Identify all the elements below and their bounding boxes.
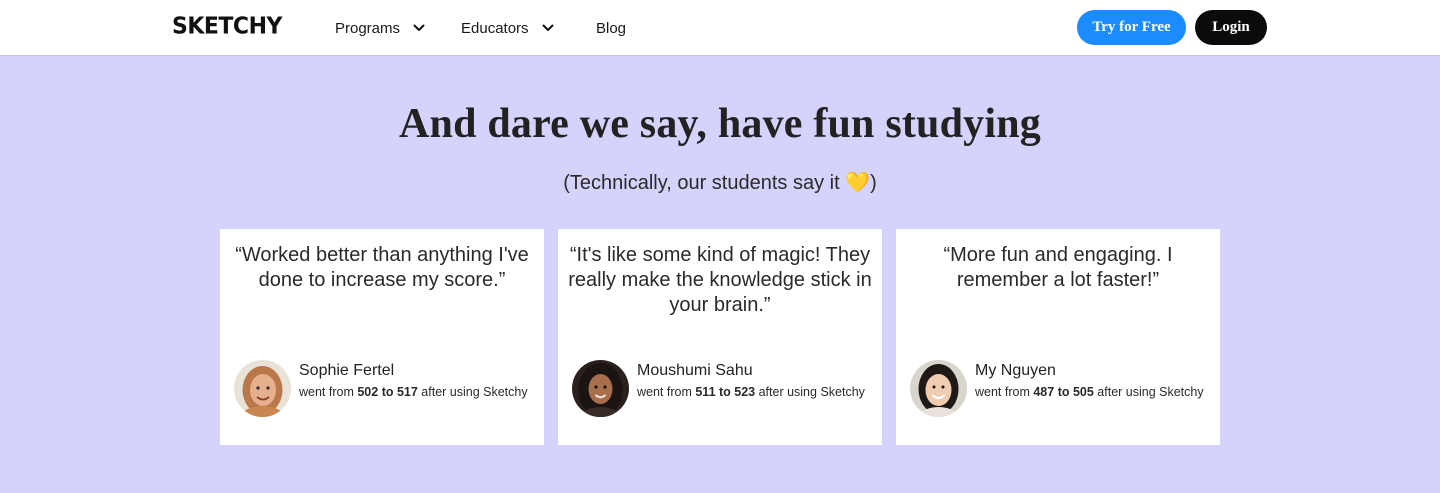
try-for-free-button[interactable]: Try for Free — [1077, 10, 1186, 45]
score-suffix: after using Sketchy — [1093, 385, 1204, 399]
top-navigation-bar: SKETCHY Programs Educators Blog Try for … — [0, 0, 1440, 56]
testimonial-card: “Worked better than anything I've done t… — [220, 229, 544, 445]
section-title: And dare we say, have fun studying — [398, 101, 1041, 147]
score-prefix: went from — [299, 385, 358, 399]
yellow-heart-icon: 💛 — [845, 172, 871, 194]
score-range: 511 to 523 — [695, 385, 756, 399]
person-name: Moushumi Sahu — [637, 362, 753, 379]
nav-programs-label: Programs — [335, 19, 401, 37]
chevron-down-icon — [541, 21, 555, 35]
login-button[interactable]: Login — [1195, 10, 1267, 45]
score-range: 487 to 505 — [1033, 385, 1094, 399]
chevron-down-icon — [412, 21, 426, 35]
subtitle-text: (Technically, our students say it — [563, 172, 846, 194]
avatar — [234, 360, 291, 417]
score-suffix: after using Sketchy — [755, 385, 865, 399]
nav-blog[interactable]: Blog — [596, 0, 626, 56]
section-subtitle: (Technically, our students say it 💛) — [0, 170, 1440, 195]
nav-educators[interactable]: Educators — [461, 0, 555, 56]
score-range: 502 to 517 — [357, 385, 418, 399]
score-prefix: went from — [637, 385, 696, 399]
nav-programs[interactable]: Programs — [335, 0, 426, 56]
score-improvement: went from 487 to 505 after using Sketchy — [975, 386, 1205, 399]
nav-educators-label: Educators — [461, 19, 529, 37]
subtitle-end: ) — [870, 172, 877, 194]
person-name: My Nguyen — [975, 362, 1056, 379]
testimonial-card: “More fun and engaging. I remember a lot… — [896, 229, 1220, 445]
score-suffix: after using Sketchy — [417, 385, 528, 399]
sketchy-logo[interactable]: SKETCHY — [172, 13, 282, 39]
score-prefix: went from — [975, 385, 1034, 399]
testimonial-quote: “It's like some kind of magic! They real… — [568, 244, 872, 316]
person-name: Sophie Fertel — [299, 362, 395, 379]
score-improvement: went from 511 to 523 after using Sketchy — [637, 386, 867, 399]
testimonial-quote: “Worked better than anything I've done t… — [235, 244, 529, 291]
testimonial-card: “It's like some kind of magic! They real… — [558, 229, 882, 445]
avatar — [572, 360, 629, 417]
testimonial-quote: “More fun and engaging. I remember a lot… — [943, 244, 1173, 291]
avatar — [910, 360, 967, 417]
nav-blog-label: Blog — [596, 19, 627, 37]
score-improvement: went from 502 to 517 after using Sketchy — [299, 386, 529, 399]
